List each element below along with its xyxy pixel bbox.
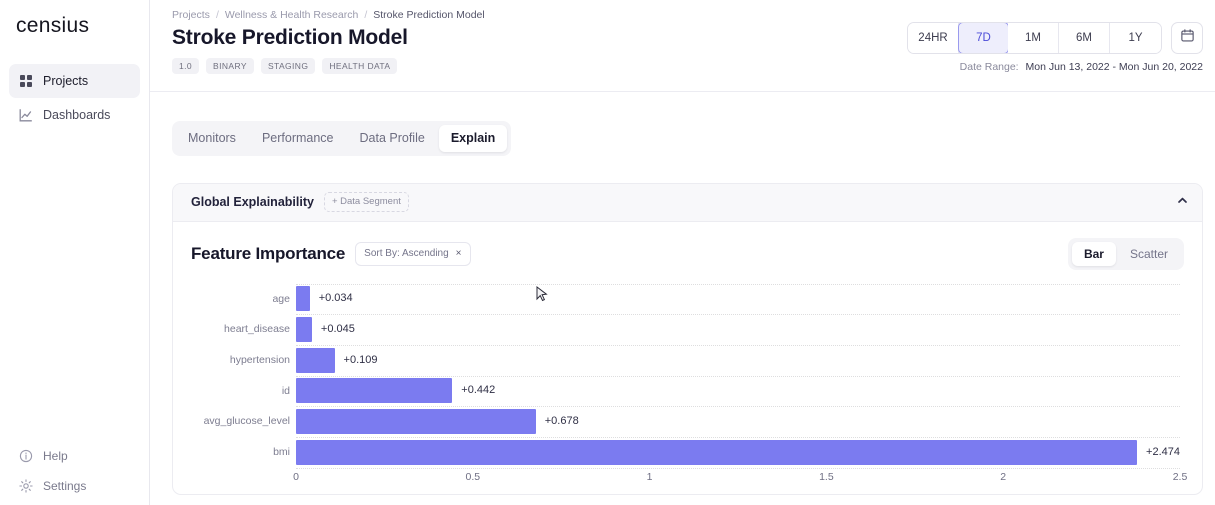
breadcrumb-item-projects[interactable]: Projects <box>172 9 210 21</box>
chart-bar-value: +0.442 <box>461 384 496 397</box>
date-range-label: Date Range: <box>959 61 1019 73</box>
sidebar-item-projects[interactable]: Projects <box>9 64 140 98</box>
chart-gridline <box>296 467 1180 469</box>
tag-dataset: HEALTH DATA <box>322 58 398 74</box>
tab-bar: Monitors Performance Data Profile Explai… <box>172 121 512 156</box>
sidebar-item-label: Help <box>43 449 68 463</box>
card-title: Global Explainability <box>191 195 314 209</box>
breadcrumb-separator: / <box>215 9 219 21</box>
chart-bar-value: +0.678 <box>544 414 579 427</box>
chart-x-tick: 2.5 <box>1172 470 1188 483</box>
chart-line-icon <box>19 108 33 122</box>
sidebar-nav: Projects Dashboards <box>0 64 149 132</box>
grid-icon <box>19 74 33 88</box>
chart-bar[interactable] <box>296 378 453 404</box>
sidebar-item-label: Settings <box>43 479 87 493</box>
chart-bar-row[interactable]: heart_disease +0.045 <box>224 314 1180 345</box>
chart-bar-value: +0.034 <box>318 292 353 305</box>
chart-y-label: hypertension <box>229 353 290 366</box>
chart-type-bar[interactable]: Bar <box>1071 241 1116 266</box>
range-button-7d[interactable]: 7D <box>958 23 1009 53</box>
sidebar-bottom-nav: Help Settings <box>0 441 149 501</box>
chart-bar-value: +2.474 <box>1146 445 1180 458</box>
sidebar-item-settings[interactable]: Settings <box>9 471 140 501</box>
range-button-6m[interactable]: 6M <box>1059 23 1110 53</box>
sidebar: censius Projects Dashboards Help Setting… <box>0 0 150 505</box>
feature-importance-header: Feature Importance Sort By: Ascending × … <box>191 237 1184 270</box>
chart-bar-row[interactable]: bmi +2.474 <box>273 437 1180 468</box>
chart-plot-area: age +0.034 heart_disease +0.045 hypertension… <box>204 283 1180 469</box>
gear-icon <box>19 479 33 493</box>
chart-bar[interactable] <box>296 347 335 373</box>
chart-y-label: age <box>272 292 290 305</box>
breadcrumb-item-workspace[interactable]: Wellness & Health Research <box>225 9 358 21</box>
global-explainability-card: Global Explainability + Data Segment Fea… <box>172 182 1203 495</box>
info-icon <box>19 449 33 463</box>
calendar-picker-button[interactable] <box>1171 22 1203 54</box>
tab-performance[interactable]: Performance <box>250 125 346 152</box>
chart-bar[interactable] <box>296 408 536 434</box>
range-button-24hr[interactable]: 24HR <box>908 23 959 53</box>
page-header: Projects / Wellness & Health Research / … <box>150 0 1215 92</box>
feature-importance-title: Feature Importance <box>191 243 346 263</box>
chevron-up-icon[interactable] <box>1177 195 1188 209</box>
chart-x-axis: 0 0.5 1 1.5 2 2.5 <box>293 470 1187 492</box>
card-header: Global Explainability + Data Segment <box>173 183 1202 222</box>
chart-x-tick: 1 <box>646 470 653 483</box>
chart-bar-value: +0.045 <box>320 322 355 335</box>
chart-type-scatter[interactable]: Scatter <box>1118 242 1180 266</box>
chart-type-toggle: Bar Scatter <box>1067 237 1184 270</box>
chart-x-tick: 0.5 <box>465 470 481 483</box>
chart-bar[interactable] <box>296 439 1138 465</box>
tag-model-type: BINARY <box>206 58 254 74</box>
brand-logo: censius <box>16 14 90 37</box>
tab-monitors[interactable]: Monitors <box>176 125 248 152</box>
date-range-value: Mon Jun 13, 2022 - Mon Jun 20, 2022 <box>1025 61 1203 73</box>
chart-y-label: id <box>281 384 290 397</box>
chart-x-tick: 0 <box>293 470 299 483</box>
tab-data-profile[interactable]: Data Profile <box>348 125 437 152</box>
chart-bar[interactable] <box>296 316 312 342</box>
chart-y-label: avg_glucose_level <box>203 415 290 428</box>
tab-explain[interactable]: Explain <box>438 125 508 152</box>
breadcrumb-separator: / <box>364 9 368 21</box>
chart-bar-row[interactable]: avg_glucose_level +0.678 <box>204 406 1180 437</box>
time-range-selector: 24HR 7D 1M 6M 1Y <box>907 22 1162 54</box>
sidebar-item-label: Dashboards <box>43 108 111 122</box>
sort-by-chip[interactable]: Sort By: Ascending × <box>355 241 471 266</box>
chart-y-label: bmi <box>273 445 290 458</box>
tag-environment: STAGING <box>260 58 316 74</box>
card-body: Feature Importance Sort By: Ascending × … <box>173 222 1202 494</box>
close-icon[interactable]: × <box>456 248 462 259</box>
sort-by-label: Sort By: Ascending <box>364 247 449 259</box>
app-root: censius Projects Dashboards Help Setting… <box>0 0 1215 505</box>
chart-bar[interactable] <box>296 286 310 312</box>
calendar-icon <box>1180 28 1195 48</box>
date-range-row: 24HR 7D 1M 6M 1Y <box>907 22 1203 54</box>
chart-x-tick: 2 <box>1000 470 1007 483</box>
sidebar-item-label: Projects <box>43 74 89 88</box>
chart-bar-row[interactable]: age +0.034 <box>272 284 1180 315</box>
chart-bar-row[interactable]: id +0.442 <box>282 376 1180 407</box>
main-content: Projects / Wellness & Health Research / … <box>150 0 1215 505</box>
tag-version: 1.0 <box>172 58 200 74</box>
add-data-segment-button[interactable]: + Data Segment <box>323 192 409 212</box>
chart-y-label: heart_disease <box>224 323 290 336</box>
date-range-controls: 24HR 7D 1M 6M 1Y Date Range: Mon Jun 13,… <box>907 22 1203 73</box>
feature-importance-chart: age +0.034 heart_disease +0.045 hypertension… <box>191 283 1187 494</box>
range-button-1m[interactable]: 1M <box>1008 23 1059 53</box>
sidebar-item-help[interactable]: Help <box>9 441 140 471</box>
chart-x-tick: 1.5 <box>819 470 834 483</box>
breadcrumb: Projects / Wellness & Health Research / … <box>172 9 1215 21</box>
chart-bar-value: +0.109 <box>343 353 378 366</box>
date-range-text: Date Range: Mon Jun 13, 2022 - Mon Jun 2… <box>907 61 1203 73</box>
breadcrumb-item-current: Stroke Prediction Model <box>373 9 485 21</box>
tabs-container: Monitors Performance Data Profile Explai… <box>150 92 1215 156</box>
sidebar-item-dashboards[interactable]: Dashboards <box>9 98 140 132</box>
chart-bar-row[interactable]: hypertension +0.109 <box>230 345 1180 376</box>
range-button-1y[interactable]: 1Y <box>1110 23 1161 53</box>
